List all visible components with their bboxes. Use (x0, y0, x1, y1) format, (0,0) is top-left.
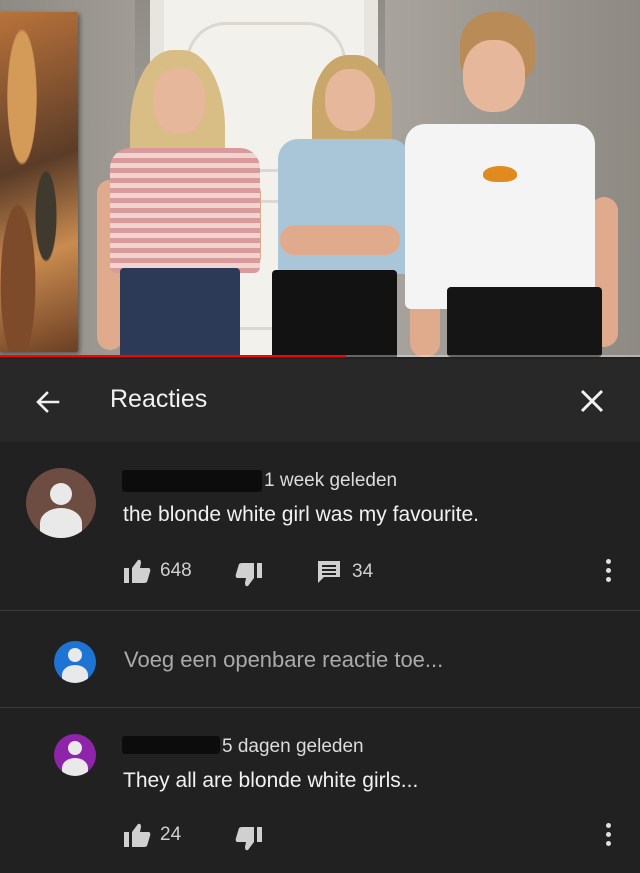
comment: 5 dagen geleden They all are blonde whit… (0, 708, 640, 873)
user-avatar[interactable] (54, 641, 96, 683)
more-options-icon[interactable] (604, 823, 612, 850)
thumbs-down-icon (235, 827, 262, 851)
back-button[interactable] (30, 384, 66, 420)
person-left (95, 50, 270, 357)
add-comment-input[interactable]: Voeg een openbare reactie toe... (124, 647, 443, 673)
arrow-left-icon (36, 391, 60, 413)
like-button[interactable]: 24 (124, 822, 181, 848)
comment-text: the blonde white girl was my favourite. (123, 503, 480, 526)
close-icon (580, 389, 604, 413)
comment: 1 week geleden the blonde white girl was… (0, 442, 640, 610)
comments-header: Reacties (0, 359, 640, 442)
like-button[interactable]: 648 (124, 558, 192, 584)
avatar[interactable] (26, 468, 96, 538)
comment-text: They all are blonde white girls... (123, 769, 419, 792)
video-progress-fill (0, 355, 346, 357)
video-player[interactable] (0, 0, 640, 357)
add-comment-row[interactable]: Voeg een openbare reactie toe... (0, 611, 640, 707)
dislike-button[interactable] (234, 562, 262, 588)
more-options-icon[interactable] (604, 559, 612, 586)
thumbs-up-icon (124, 559, 151, 583)
close-button[interactable] (574, 383, 610, 419)
butterfly-print (483, 166, 517, 182)
thumbs-down-icon (235, 563, 262, 587)
painting (0, 12, 78, 352)
thumbs-up-icon (124, 823, 151, 847)
comment-icon (318, 561, 340, 583)
comment-time: 5 dagen geleden (222, 736, 364, 757)
like-count: 648 (160, 560, 192, 581)
avatar[interactable] (54, 734, 96, 776)
page-title: Reacties (110, 385, 208, 413)
dislike-button[interactable] (234, 826, 262, 852)
person-right (405, 12, 640, 357)
replies-button[interactable]: 34 (316, 559, 373, 585)
person-middle (270, 55, 415, 357)
reply-count: 34 (352, 561, 374, 582)
author-name-redacted[interactable] (122, 736, 220, 754)
author-name-redacted[interactable] (122, 470, 262, 492)
like-count: 24 (160, 824, 182, 845)
video-progress-bar[interactable] (0, 355, 640, 357)
comments-panel: Reacties 1 week geleden the blonde white… (0, 359, 640, 873)
comment-time: 1 week geleden (264, 470, 398, 491)
